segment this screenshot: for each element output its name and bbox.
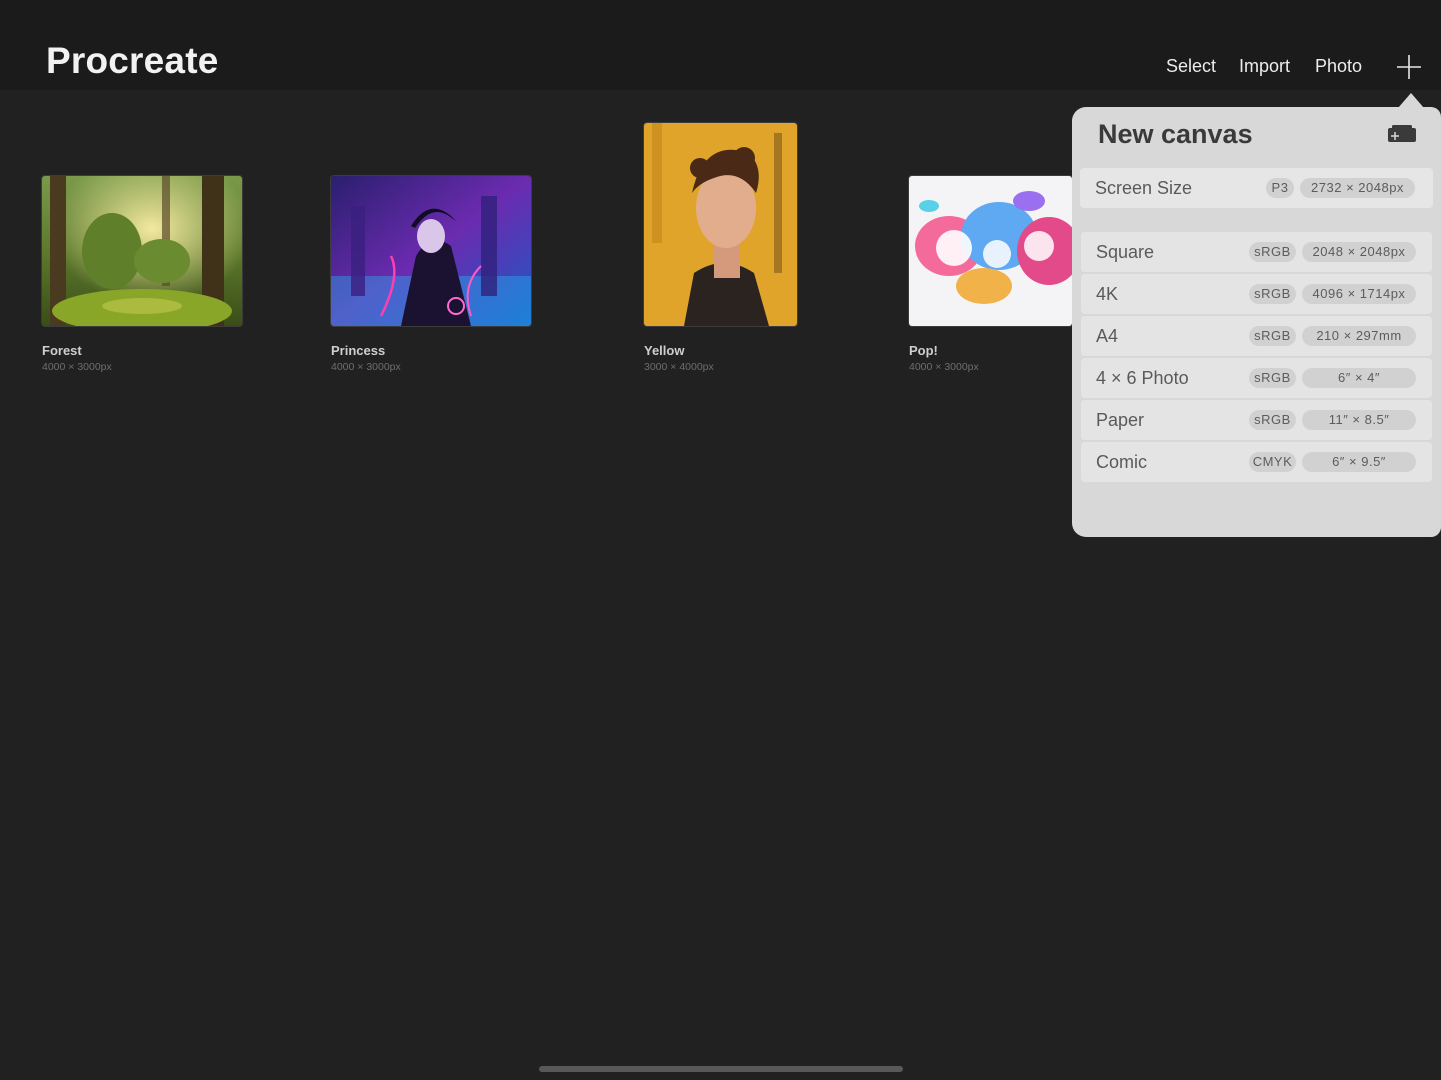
popover-title: New canvas bbox=[1098, 119, 1253, 149]
preset-label: Screen Size bbox=[1095, 178, 1193, 198]
canvas-preset-4x6-photo[interactable]: 4 × 6 Photo sRGB 6″ × 4″ bbox=[1081, 358, 1432, 398]
dimensions-badge: 11″ × 8.5″ bbox=[1302, 410, 1416, 430]
preset-label: Comic bbox=[1096, 452, 1148, 472]
popover-arrow bbox=[1398, 93, 1424, 108]
artwork-thumbnail bbox=[644, 123, 797, 326]
app-title: Procreate bbox=[46, 40, 219, 81]
artwork-title: Forest bbox=[42, 343, 82, 358]
color-profile-badge: sRGB bbox=[1249, 284, 1296, 304]
top-bar: Procreate Select Import Photo bbox=[0, 0, 1441, 90]
artwork-title: Pop! bbox=[909, 343, 938, 358]
dimensions-badge: 210 × 297mm bbox=[1302, 326, 1416, 346]
dimensions-badge: 2048 × 2048px bbox=[1302, 242, 1416, 262]
color-profile-badge: CMYK bbox=[1249, 452, 1296, 472]
new-canvas-popover: New canvas Screen Size P3 2732 × 2048px … bbox=[1072, 107, 1441, 537]
canvas-preset-paper[interactable]: Paper sRGB 11″ × 8.5″ bbox=[1081, 400, 1432, 440]
photo-button[interactable]: Photo bbox=[1315, 56, 1362, 77]
artwork-size: 4000 × 3000px bbox=[42, 361, 112, 373]
canvas-preset-4k[interactable]: 4K sRGB 4096 × 1714px bbox=[1081, 274, 1432, 314]
dimensions-badge: 6″ × 4″ bbox=[1302, 368, 1416, 388]
preset-label: A4 bbox=[1096, 326, 1119, 346]
artwork-size: 3000 × 4000px bbox=[644, 361, 714, 373]
artwork-title: Yellow bbox=[644, 343, 685, 358]
dimensions-badge: 4096 × 1714px bbox=[1302, 284, 1416, 304]
new-custom-canvas-icon[interactable] bbox=[1387, 124, 1417, 144]
artwork-thumbnail bbox=[42, 176, 242, 326]
artwork-title: Princess bbox=[331, 343, 386, 358]
preset-label: Paper bbox=[1096, 410, 1145, 430]
canvas-preset-screen-size[interactable]: Screen Size P3 2732 × 2048px bbox=[1080, 168, 1433, 208]
select-button[interactable]: Select bbox=[1166, 56, 1216, 77]
preset-label: Square bbox=[1096, 242, 1155, 262]
color-profile-badge: sRGB bbox=[1249, 368, 1296, 388]
color-profile-badge: P3 bbox=[1266, 178, 1294, 198]
plus-icon[interactable] bbox=[1396, 54, 1422, 80]
artwork-thumbnail bbox=[331, 176, 531, 326]
artwork-size: 4000 × 3000px bbox=[909, 361, 979, 373]
color-profile-badge: sRGB bbox=[1249, 326, 1296, 346]
procreate-gallery: Procreate Select Import Photo Forest 400… bbox=[0, 0, 1441, 1080]
dimensions-badge: 6″ × 9.5″ bbox=[1302, 452, 1416, 472]
canvas-preset-square[interactable]: Square sRGB 2048 × 2048px bbox=[1081, 232, 1432, 272]
preset-label: 4K bbox=[1096, 284, 1119, 304]
import-button[interactable]: Import bbox=[1239, 56, 1290, 77]
canvas-preset-comic[interactable]: Comic CMYK 6″ × 9.5″ bbox=[1081, 442, 1432, 482]
color-profile-badge: sRGB bbox=[1249, 242, 1296, 262]
artwork-size: 4000 × 3000px bbox=[331, 361, 401, 373]
color-profile-badge: sRGB bbox=[1249, 410, 1296, 430]
home-indicator[interactable] bbox=[539, 1066, 903, 1072]
canvas-preset-a4[interactable]: A4 sRGB 210 × 297mm bbox=[1081, 316, 1432, 356]
preset-label: 4 × 6 Photo bbox=[1096, 368, 1189, 388]
artwork-thumbnail bbox=[909, 176, 1072, 326]
dimensions-badge: 2732 × 2048px bbox=[1300, 178, 1415, 198]
